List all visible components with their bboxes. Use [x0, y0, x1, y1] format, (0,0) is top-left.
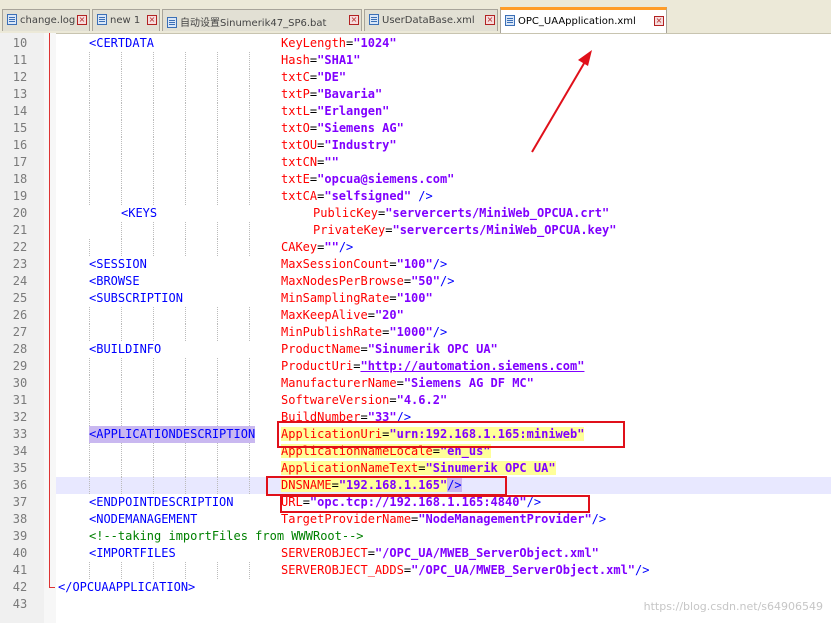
annotation-arrow: [531, 50, 592, 153]
watermark: https://blog.csdn.net/s64906549: [643, 600, 823, 613]
arrow-shaft: [531, 59, 587, 153]
arrow-head: [578, 50, 592, 66]
